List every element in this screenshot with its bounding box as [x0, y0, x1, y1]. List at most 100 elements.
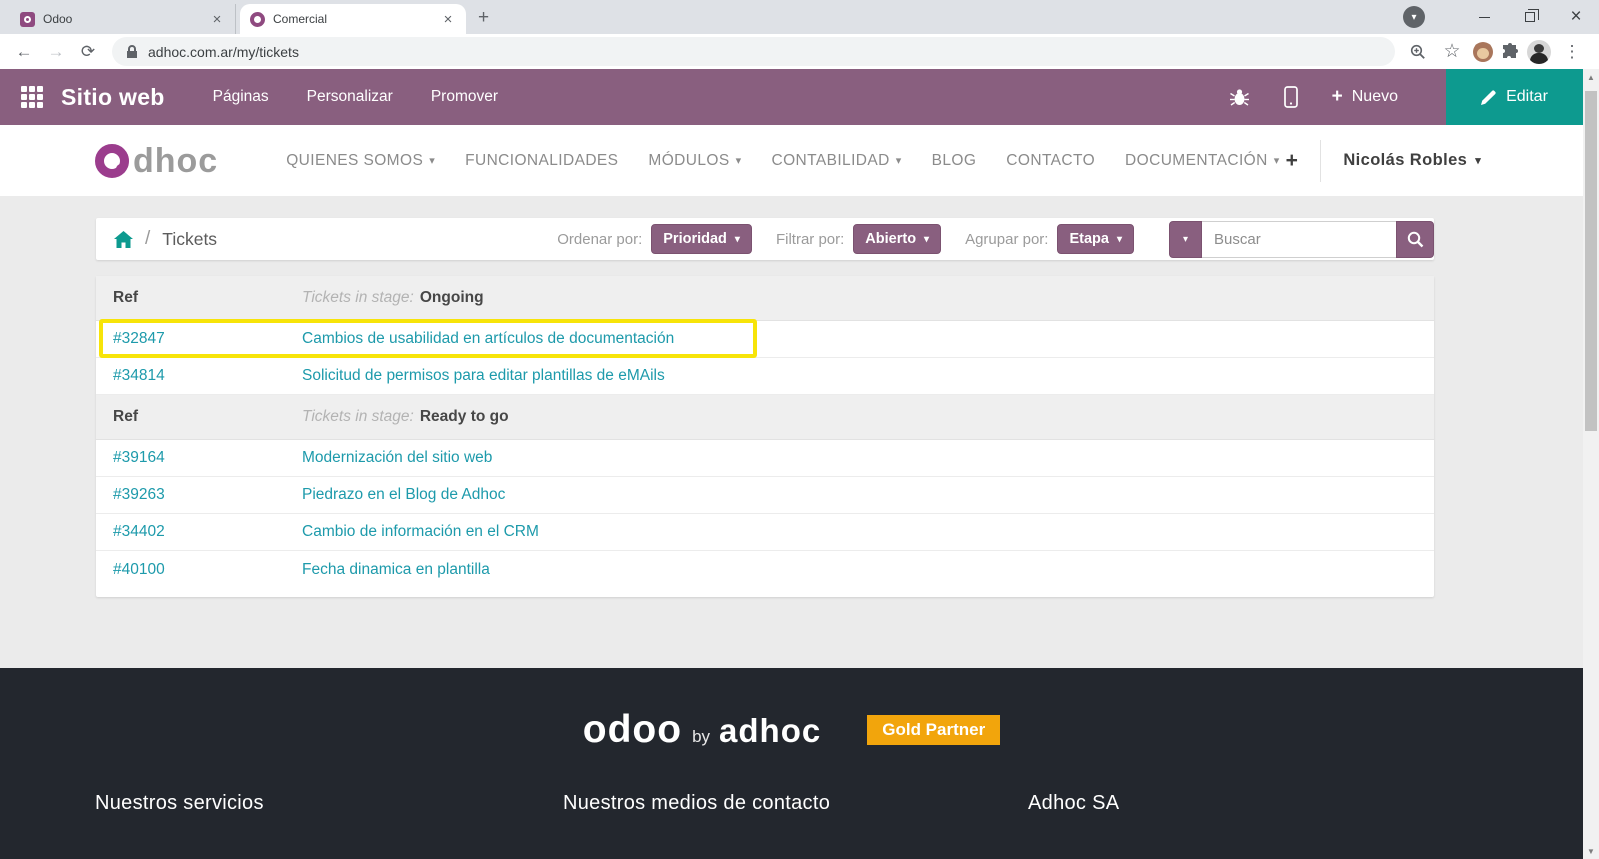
ticket-ref-link[interactable]: #39164 — [96, 449, 302, 467]
ticket-row[interactable]: #32847 Cambios de usabilidad en artículo… — [96, 321, 1434, 358]
odoo-favicon — [20, 12, 35, 27]
user-menu[interactable]: Nicolás Robles ▾ — [1343, 151, 1481, 170]
browser-addressbar: ← → ⟳ adhoc.com.ar/my/tickets ☆ ⋮ — [0, 34, 1599, 69]
tab-close-icon[interactable]: × — [440, 11, 456, 28]
site-nav-item[interactable]: CONTACTO — [1006, 152, 1095, 170]
chevron-down-icon: ▾ — [736, 154, 742, 167]
adhoc-favicon — [250, 12, 265, 27]
ticket-group-header: Ref Tickets in stage: Ready to go — [96, 395, 1434, 440]
browser-titlebar: Odoo × Comercial × + ▾ × — [0, 0, 1599, 34]
site-nav-item[interactable]: CONTABILIDAD ▾ — [772, 152, 902, 170]
browser-tab-comercial[interactable]: Comercial × — [240, 4, 466, 34]
ticket-row[interactable]: #40100 Fecha dinamica en plantilla — [96, 551, 1434, 588]
ticket-ref-link[interactable]: #34402 — [96, 523, 302, 541]
edit-button[interactable]: Editar — [1446, 69, 1583, 125]
bookmark-star-icon[interactable]: ☆ — [1439, 38, 1465, 66]
page-scrollbar[interactable]: ▲ ▼ — [1583, 69, 1599, 859]
scroll-down-arrow[interactable]: ▼ — [1583, 843, 1599, 859]
gold-partner-badge: Gold Partner — [867, 715, 1000, 745]
search-group: ▾ — [1169, 221, 1434, 258]
home-icon[interactable] — [114, 231, 133, 248]
puzzle-extension-icon[interactable] — [1501, 43, 1519, 61]
search-options-dropdown[interactable]: ▾ — [1169, 221, 1202, 258]
tab-title: Comercial — [273, 12, 432, 26]
scrollbar-thumb[interactable] — [1585, 91, 1597, 431]
scroll-up-arrow[interactable]: ▲ — [1583, 69, 1599, 85]
tab-title: Odoo — [43, 12, 201, 26]
sort-label: Ordenar por: — [557, 231, 642, 248]
browser-menu-icon[interactable]: ⋮ — [1559, 38, 1585, 66]
site-nav-item[interactable]: QUIENES SOMOS ▾ — [286, 152, 435, 170]
search-icon — [1407, 231, 1424, 248]
nav-add-icon[interactable]: + — [1286, 149, 1299, 173]
stage-name-label: Ready to go — [420, 408, 509, 426]
backend-menu-item[interactable]: Páginas — [213, 88, 269, 106]
ticket-row[interactable]: #34814 Solicitud de permisos para editar… — [96, 358, 1434, 395]
filters-bar: Ordenar por: Prioridad▾ Filtrar por: Abi… — [557, 221, 1434, 258]
close-window-button[interactable]: × — [1553, 0, 1599, 34]
reload-button[interactable]: ⟳ — [74, 38, 102, 66]
ticket-row[interactable]: #34402 Cambio de información en el CRM — [96, 514, 1434, 551]
new-button[interactable]: + Nuevo — [1332, 86, 1398, 108]
url-text: adhoc.com.ar/my/tickets — [148, 44, 299, 60]
media-controls-button[interactable]: ▾ — [1403, 6, 1425, 28]
tickets-table: Ref Tickets in stage: Ongoing #32847 Cam… — [96, 276, 1434, 597]
footer-by-text: by — [692, 727, 710, 747]
filter-dropdown[interactable]: Abierto▾ — [853, 224, 941, 254]
restore-button[interactable] — [1507, 0, 1553, 34]
chevron-down-icon: ▾ — [924, 234, 929, 245]
ticket-title-link[interactable]: Cambios de usabilidad en artículos de do… — [302, 330, 674, 348]
new-tab-button[interactable]: + — [478, 7, 489, 29]
search-input[interactable] — [1202, 221, 1396, 258]
ticket-ref-link[interactable]: #40100 — [96, 561, 302, 579]
lock-icon — [126, 45, 138, 59]
monkey-extension-icon[interactable] — [1473, 42, 1493, 62]
breadcrumb-separator: / — [145, 228, 150, 250]
back-button[interactable]: ← — [10, 38, 38, 66]
group-label: Agrupar por: — [965, 231, 1048, 248]
adhoc-footer-logo-text: adhoc — [719, 712, 821, 750]
ticket-title-link[interactable]: Modernización del sitio web — [302, 449, 492, 467]
group-dropdown[interactable]: Etapa▾ — [1057, 224, 1134, 254]
ticket-title-link[interactable]: Cambio de información en el CRM — [302, 523, 539, 541]
page-content: / Tickets Ordenar por: Prioridad▾ Filtra… — [0, 196, 1583, 668]
addressbar-icons: ☆ ⋮ — [1405, 38, 1589, 66]
stage-name-label: Ongoing — [420, 289, 484, 307]
site-nav-item[interactable]: FUNCIONALIDADES — [465, 152, 618, 170]
ticket-row[interactable]: #39164 Modernización del sitio web — [96, 440, 1434, 477]
chevron-down-icon: ▾ — [1183, 234, 1188, 245]
footer-column-title: Nuestros servicios — [95, 792, 563, 815]
site-nav-item[interactable]: DOCUMENTACIÓN ▾ — [1125, 152, 1280, 170]
ticket-ref-link[interactable]: #39263 — [96, 486, 302, 504]
minimize-button[interactable] — [1461, 0, 1507, 34]
ticket-title-link[interactable]: Fecha dinamica en plantilla — [302, 561, 490, 579]
profile-avatar[interactable] — [1527, 40, 1551, 64]
pencil-icon — [1481, 90, 1496, 105]
url-field[interactable]: adhoc.com.ar/my/tickets — [112, 37, 1395, 66]
site-nav-items: QUIENES SOMOS ▾ FUNCIONALIDADES MÓDULOS … — [286, 152, 1279, 170]
browser-tab-odoo[interactable]: Odoo × — [10, 4, 236, 34]
ticket-ref-link[interactable]: #34814 — [96, 367, 302, 385]
stage-prefix-label: Tickets in stage: — [302, 408, 414, 426]
adhoc-logo[interactable]: dhoc — [95, 144, 218, 178]
apps-grid-icon[interactable] — [21, 86, 43, 108]
zoom-icon[interactable] — [1405, 38, 1431, 66]
site-nav-item[interactable]: MÓDULOS ▾ — [648, 152, 741, 170]
site-nav-item[interactable]: BLOG — [932, 152, 977, 170]
ticket-row[interactable]: #39263 Piedrazo en el Blog de Adhoc — [96, 477, 1434, 514]
tickets-table-body: Ref Tickets in stage: Ongoing #32847 Cam… — [96, 276, 1434, 588]
debug-bug-icon[interactable] — [1229, 88, 1250, 107]
backend-menu-item[interactable]: Personalizar — [307, 88, 393, 106]
tab-close-icon[interactable]: × — [209, 11, 225, 28]
odoo-backend-bar: Sitio web Páginas Personalizar Promover … — [0, 69, 1583, 125]
search-button[interactable] — [1396, 221, 1434, 258]
backend-menu-item[interactable]: Promover — [431, 88, 498, 106]
ticket-ref-link[interactable]: #32847 — [96, 330, 302, 348]
backend-menu: Páginas Personalizar Promover — [213, 88, 498, 106]
ticket-title-link[interactable]: Solicitud de permisos para editar planti… — [302, 367, 665, 385]
chevron-down-icon: ▾ — [429, 154, 435, 167]
ticket-title-link[interactable]: Piedrazo en el Blog de Adhoc — [302, 486, 505, 504]
sort-dropdown[interactable]: Prioridad▾ — [651, 224, 752, 254]
mobile-preview-icon[interactable] — [1284, 86, 1298, 108]
backend-app-title[interactable]: Sitio web — [61, 84, 165, 111]
